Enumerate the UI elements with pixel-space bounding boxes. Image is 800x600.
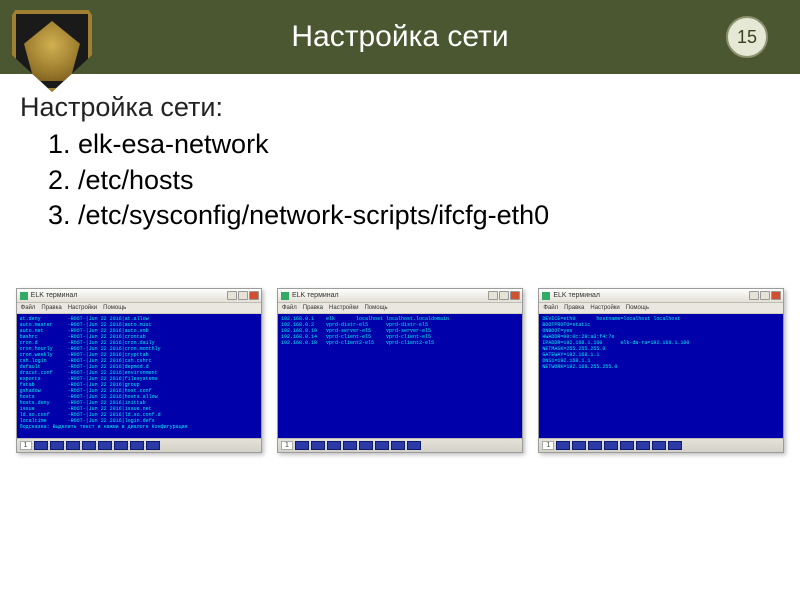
terminal-content[interactable]: DEVICE=eth0 hostname=localhost localhost… [539, 314, 783, 438]
window-titlebar: ELK терминал [17, 289, 261, 303]
list-item: /etc/sysconfig/network-scripts/ifcfg-eth… [78, 198, 780, 234]
taskbar-item[interactable] [359, 441, 373, 450]
window-buttons [227, 291, 259, 300]
taskbar-item[interactable] [588, 441, 602, 450]
list-item: /etc/hosts [78, 163, 780, 199]
window-buttons [749, 291, 781, 300]
maximize-icon[interactable] [760, 291, 770, 300]
taskbar-item[interactable] [50, 441, 64, 450]
window-titlebar: ELK терминал [539, 289, 783, 303]
taskbar-item[interactable] [668, 441, 682, 450]
taskbar-item[interactable] [343, 441, 357, 450]
window-taskbar: 1 [539, 438, 783, 452]
menu-item[interactable]: Правка [303, 305, 323, 311]
config-list: elk-esa-network /etc/hosts /etc/sysconfi… [20, 127, 780, 234]
taskbar-item[interactable] [66, 441, 80, 450]
list-item: elk-esa-network [78, 127, 780, 163]
window-menubar: Файл Правка Настройки Помощь [539, 303, 783, 314]
taskbar-item[interactable] [652, 441, 666, 450]
menu-item[interactable]: Файл [543, 305, 558, 311]
minimize-icon[interactable] [227, 291, 237, 300]
taskbar-page: 1 [542, 441, 554, 450]
window-title: ELK терминал [292, 292, 339, 299]
taskbar-item[interactable] [556, 441, 570, 450]
taskbar-page: 1 [20, 441, 32, 450]
menu-item[interactable]: Настройки [329, 305, 358, 311]
window-menubar: Файл Правка Настройки Помощь [17, 303, 261, 314]
terminal-window-3: ELK терминал Файл Правка Настройки Помощ… [538, 288, 784, 453]
minimize-icon[interactable] [488, 291, 498, 300]
taskbar-item[interactable] [636, 441, 650, 450]
window-titlebar: ELK терминал [278, 289, 522, 303]
page-number: 15 [737, 27, 757, 48]
slide-body: Настройка сети: elk-esa-network /etc/hos… [0, 74, 800, 234]
taskbar-item[interactable] [146, 441, 160, 450]
menu-item[interactable]: Помощь [103, 305, 126, 311]
app-icon [542, 292, 550, 300]
taskbar-item[interactable] [604, 441, 618, 450]
app-icon [20, 292, 28, 300]
taskbar-item[interactable] [327, 441, 341, 450]
taskbar-item[interactable] [407, 441, 421, 450]
close-icon[interactable] [249, 291, 259, 300]
screenshot-row: ELK терминал Файл Правка Настройки Помощ… [0, 288, 800, 453]
window-menubar: Файл Правка Настройки Помощь [278, 303, 522, 314]
close-icon[interactable] [771, 291, 781, 300]
menu-item[interactable]: Настройки [590, 305, 619, 311]
taskbar-item[interactable] [311, 441, 325, 450]
taskbar-item[interactable] [82, 441, 96, 450]
military-emblem [12, 10, 92, 92]
body-heading: Настройка сети: [20, 92, 780, 123]
page-number-badge: 15 [726, 16, 768, 58]
taskbar-item[interactable] [620, 441, 634, 450]
taskbar-page: 1 [281, 441, 293, 450]
taskbar-item[interactable] [114, 441, 128, 450]
taskbar-item[interactable] [98, 441, 112, 450]
terminal-content[interactable]: at.deny -ROOT-|Jun 22 2016|at.allow auto… [17, 314, 261, 438]
terminal-window-1: ELK терминал Файл Правка Настройки Помощ… [16, 288, 262, 453]
app-icon [281, 292, 289, 300]
taskbar-item[interactable] [34, 441, 48, 450]
menu-item[interactable]: Файл [282, 305, 297, 311]
window-taskbar: 1 [17, 438, 261, 452]
menu-item[interactable]: Помощь [364, 305, 387, 311]
maximize-icon[interactable] [499, 291, 509, 300]
taskbar-item[interactable] [572, 441, 586, 450]
maximize-icon[interactable] [238, 291, 248, 300]
menu-item[interactable]: Файл [21, 305, 36, 311]
minimize-icon[interactable] [749, 291, 759, 300]
terminal-content[interactable]: 192.168.0.1 elk localhost localhost.loca… [278, 314, 522, 438]
slide-header: Настройка сети 15 [0, 0, 800, 74]
window-title: ELK терминал [31, 292, 78, 299]
taskbar-item[interactable] [391, 441, 405, 450]
window-buttons [488, 291, 520, 300]
menu-item[interactable]: Правка [564, 305, 584, 311]
window-taskbar: 1 [278, 438, 522, 452]
window-title: ELK терминал [553, 292, 600, 299]
taskbar-item[interactable] [130, 441, 144, 450]
close-icon[interactable] [510, 291, 520, 300]
slide-title: Настройка сети [0, 20, 800, 54]
taskbar-item[interactable] [295, 441, 309, 450]
menu-item[interactable]: Правка [41, 305, 61, 311]
menu-item[interactable]: Помощь [626, 305, 649, 311]
terminal-window-2: ELK терминал Файл Правка Настройки Помощ… [277, 288, 523, 453]
taskbar-item[interactable] [375, 441, 389, 450]
menu-item[interactable]: Настройки [68, 305, 97, 311]
